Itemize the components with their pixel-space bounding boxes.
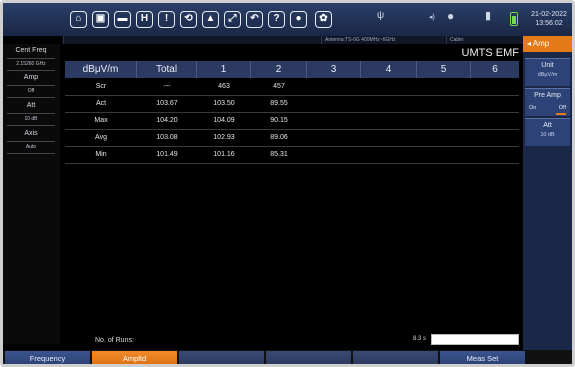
runs-progress-bar — [431, 334, 519, 345]
unit-title: Unit — [541, 62, 554, 69]
att-softkey-value: 10 dB — [540, 132, 555, 138]
col-2-cell: 457 — [273, 83, 285, 90]
col-2-cell: 89.06 — [270, 134, 288, 141]
right-softkey-panel: ◂ Amp Unit dBμV/m Pre Amp On Off Att 10 … — [523, 36, 572, 350]
datetime: 21-02-2022 13:56:02 — [527, 10, 571, 28]
preamp-selected-indicator — [556, 113, 566, 115]
help-icon[interactable]: ? — [268, 11, 285, 28]
runs-time: 8.3 s — [413, 336, 427, 342]
back-arrow-icon[interactable]: ◂ — [527, 39, 531, 48]
total-cell: 103.08 — [156, 134, 178, 141]
settings-icon[interactable]: ✿ — [315, 11, 332, 28]
cent-freq-label[interactable]: Cent Freq — [7, 47, 55, 54]
lock-icon[interactable]: ▲ — [202, 11, 219, 28]
cent-freq-value[interactable]: 2.15260 GHz — [7, 61, 55, 67]
axis-label[interactable]: Axis — [7, 130, 55, 137]
header-col-4: 4 — [361, 61, 417, 78]
bottom-menu-bar: Frequency Ampltd Meas Set — [3, 350, 572, 364]
bulb-icon[interactable]: ! — [158, 11, 175, 28]
amp-value[interactable]: Off — [7, 88, 55, 94]
total-cell: --- — [163, 83, 171, 90]
preamp-on-option[interactable]: On — [529, 105, 536, 111]
table-row: Scr --- 463 457 — [65, 79, 519, 96]
preamp-off-option[interactable]: Off — [559, 105, 566, 111]
table-row: Min 101.49 101.16 85.31 — [65, 147, 519, 164]
ampltd-button[interactable]: Ampltd — [92, 351, 178, 364]
signal-icon: ▮ — [485, 10, 492, 22]
menu-header[interactable]: ◂ Amp — [523, 36, 572, 52]
empty-softkey-2[interactable] — [266, 351, 352, 364]
row-label: Scr — [95, 83, 107, 90]
header-col-3: 3 — [307, 61, 361, 78]
header-col-5: 5 — [417, 61, 471, 78]
folder-icon[interactable]: ▬ — [114, 11, 131, 28]
gps-icon: ● — [447, 9, 455, 23]
header-col-2: 2 — [251, 61, 307, 78]
top-toolbar: ⌂ ▣ ▬ H ! ⟲ ▲ ⤢ ↶ ? ● ✿ ψ ◂) ● ▮ 21-02-2… — [3, 3, 572, 36]
save-icon[interactable]: H — [136, 11, 153, 28]
info-strip: Antenna:TS-6G 400MHz~6GHz Cable: — [63, 36, 523, 44]
header-total: Total — [137, 61, 197, 78]
battery-icon — [510, 12, 518, 26]
measurement-area: UMTS EMF dBμV/m Total 1 2 3 4 5 6 Scr --… — [61, 44, 522, 350]
runs-label: No. of Runs: — [95, 337, 134, 344]
axis-value[interactable]: Auto — [7, 144, 55, 150]
table-header: dBμV/m Total 1 2 3 4 5 6 — [65, 61, 519, 78]
preamp-softkey[interactable]: Pre Amp On Off — [525, 88, 570, 116]
unit-value: dBμV/m — [537, 72, 558, 78]
usb-icon: ψ — [377, 10, 385, 21]
meas-set-button[interactable]: Meas Set — [440, 351, 526, 364]
att-value[interactable]: 10 dB — [7, 116, 55, 122]
empty-softkey-3[interactable] — [353, 351, 439, 364]
undo-icon[interactable]: ↶ — [246, 11, 263, 28]
att-title: Att — [543, 122, 552, 129]
record-icon[interactable]: ● — [290, 11, 307, 28]
amp-label[interactable]: Amp — [7, 74, 55, 81]
left-panel: Cent Freq 2.15260 GHz Amp Off Att 10 dB … — [3, 44, 60, 344]
screenshot-icon[interactable]: ▣ — [92, 11, 109, 28]
home-icon[interactable]: ⌂ — [70, 11, 87, 28]
att-label[interactable]: Att — [7, 102, 55, 109]
refresh-icon[interactable]: ⟲ — [180, 11, 197, 28]
col-2-cell: 90.15 — [270, 117, 288, 124]
att-softkey[interactable]: Att 10 dB — [525, 118, 570, 146]
frequency-button[interactable]: Frequency — [5, 351, 91, 364]
header-unit: dBμV/m — [65, 61, 137, 78]
header-col-6: 6 — [492, 64, 498, 75]
col-1-cell: 104.09 — [213, 117, 235, 124]
col-2-cell: 85.31 — [270, 151, 288, 158]
total-cell: 101.49 — [156, 151, 178, 158]
total-cell: 104.20 — [156, 117, 178, 124]
time-text: 13:56:02 — [535, 20, 563, 27]
table-row: Max 104.20 104.09 90.15 — [65, 113, 519, 130]
cable-info: Cable: — [446, 36, 523, 44]
fullscreen-icon[interactable]: ⤢ — [224, 11, 241, 28]
col-1-cell: 463 — [218, 83, 230, 90]
table-row: Act 103.67 103.50 89.55 — [65, 96, 519, 113]
col-2-cell: 89.55 — [270, 100, 288, 107]
unit-softkey[interactable]: Unit dBμV/m — [525, 58, 570, 86]
row-label: Avg — [95, 134, 107, 141]
mode-title: UMTS EMF — [461, 47, 519, 59]
header-col-1: 1 — [197, 61, 251, 78]
analyzer-screen: ⌂ ▣ ▬ H ! ⟲ ▲ ⤢ ↶ ? ● ✿ ψ ◂) ● ▮ 21-02-2… — [0, 0, 575, 367]
info-cell-empty — [63, 36, 263, 44]
volume-icon[interactable]: ◂) — [429, 13, 435, 21]
col-1-cell: 102.93 — [213, 134, 235, 141]
preamp-title: Pre Amp — [534, 92, 561, 99]
row-label: Max — [94, 117, 108, 124]
row-label: Min — [95, 151, 107, 158]
date-text: 21-02-2022 — [531, 11, 567, 18]
col-1-cell: 103.50 — [213, 100, 235, 107]
table-row: Avg 103.08 102.93 89.06 — [65, 130, 519, 147]
col-1-cell: 101.16 — [213, 151, 235, 158]
antenna-info: Antenna:TS-6G 400MHz~6GHz — [321, 36, 446, 44]
total-cell: 103.67 — [156, 100, 178, 107]
menu-header-label: Amp — [532, 39, 550, 48]
row-label: Act — [95, 100, 107, 107]
empty-softkey-1[interactable] — [179, 351, 265, 364]
